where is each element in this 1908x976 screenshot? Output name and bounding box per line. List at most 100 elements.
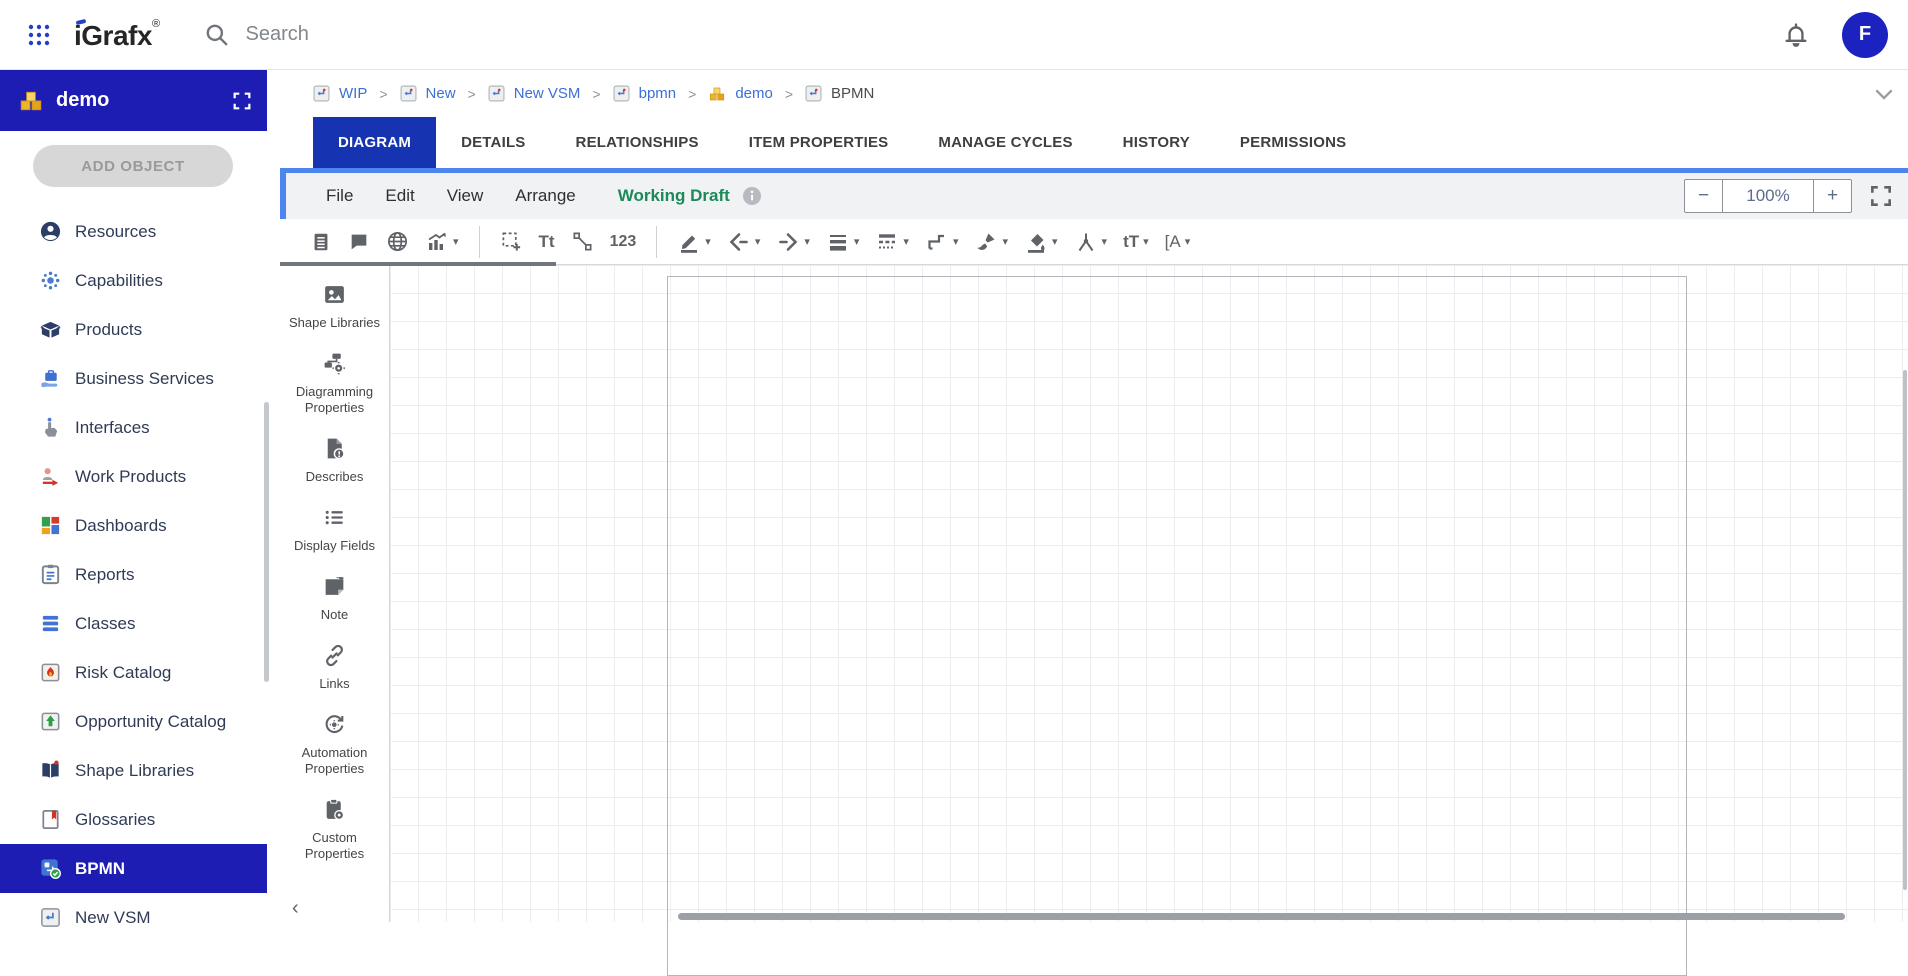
interfaces-icon bbox=[38, 416, 62, 440]
automation-properties-icon bbox=[322, 711, 348, 737]
diagram-canvas[interactable] bbox=[390, 265, 1908, 922]
diagram-icon bbox=[313, 85, 330, 102]
classes-icon bbox=[38, 612, 62, 636]
sidebar-item-shape-libraries[interactable]: Shape Libraries bbox=[0, 746, 267, 795]
panel-item-links[interactable]: Links bbox=[285, 642, 385, 692]
search-input[interactable] bbox=[246, 23, 806, 46]
tab-relationships[interactable]: RELATIONSHIPS bbox=[551, 117, 724, 168]
chevron-down-icon[interactable] bbox=[1872, 82, 1896, 106]
numbering-tool-button[interactable]: 123 bbox=[602, 222, 645, 262]
add-object-button[interactable]: ADD OBJECT bbox=[33, 145, 233, 187]
select-add-tool-button[interactable] bbox=[492, 222, 531, 262]
sidebar-item-risk-catalog[interactable]: Risk Catalog bbox=[0, 648, 267, 697]
sidebar-item-resources[interactable]: Resources bbox=[0, 207, 267, 256]
junction-style-button[interactable]: ▾ bbox=[1066, 222, 1116, 262]
panel-item-label: Custom Properties bbox=[285, 830, 385, 862]
dropdown-caret-icon: ▾ bbox=[453, 235, 459, 248]
tab-history[interactable]: HISTORY bbox=[1098, 117, 1215, 168]
text-tool-icon: Tt bbox=[539, 232, 555, 252]
sidebar-scrollbar[interactable] bbox=[264, 402, 269, 682]
notifications-button[interactable] bbox=[1780, 19, 1812, 51]
breadcrumb-item-new-vsm[interactable]: New VSM bbox=[488, 85, 581, 102]
panel-item-custom-properties[interactable]: Custom Properties bbox=[285, 796, 385, 862]
chart-tool-button[interactable]: ▾ bbox=[417, 222, 467, 262]
apps-grid-button[interactable] bbox=[20, 16, 58, 54]
capabilities-icon bbox=[38, 269, 62, 293]
sidebar-item-label: Glossaries bbox=[75, 810, 155, 830]
sidebar-item-label: Business Services bbox=[75, 369, 214, 389]
diagram-menubar: File Edit View Arrange Working Draft − 1… bbox=[280, 173, 1908, 219]
globe-tool-button[interactable] bbox=[378, 222, 417, 262]
comment-tool-button[interactable] bbox=[340, 222, 378, 262]
text-tool-button[interactable]: Tt bbox=[531, 222, 563, 262]
horizontal-scrollbar[interactable] bbox=[678, 913, 1845, 920]
menu-edit[interactable]: Edit bbox=[369, 186, 430, 206]
text-style-button[interactable]: [A ▾ bbox=[1157, 222, 1199, 262]
breadcrumb-item-new[interactable]: New bbox=[400, 85, 456, 102]
panel-item-automation-properties[interactable]: Automation Properties bbox=[285, 711, 385, 777]
connector-icon bbox=[571, 230, 594, 253]
connector-tool-button[interactable] bbox=[563, 222, 602, 262]
breadcrumb-item-bpmn-folder[interactable]: bpmn bbox=[613, 85, 677, 102]
panel-item-describes[interactable]: Describes bbox=[285, 435, 385, 485]
arrow-start-icon bbox=[727, 230, 751, 254]
sidebar-item-label: New VSM bbox=[75, 908, 151, 928]
menu-view[interactable]: View bbox=[431, 186, 500, 206]
arrow-end-icon bbox=[776, 230, 800, 254]
line-weight-button[interactable]: ▾ bbox=[818, 222, 868, 262]
search-icon bbox=[204, 22, 230, 48]
tab-diagram[interactable]: DIAGRAM bbox=[313, 117, 436, 168]
panel-item-display-fields[interactable]: Display Fields bbox=[285, 504, 385, 554]
info-icon[interactable] bbox=[742, 186, 762, 206]
panel-item-label: Note bbox=[321, 607, 348, 623]
menu-file[interactable]: File bbox=[310, 186, 369, 206]
zoom-in-button[interactable]: + bbox=[1813, 180, 1851, 212]
line-style-button[interactable]: ▾ bbox=[867, 222, 917, 262]
sidebar-item-work-products[interactable]: Work Products bbox=[0, 452, 267, 501]
breadcrumb-item-wip[interactable]: WIP bbox=[313, 85, 367, 102]
user-avatar[interactable]: F bbox=[1842, 12, 1888, 58]
line-color-button[interactable]: ▾ bbox=[669, 222, 719, 262]
model-cubes-icon bbox=[708, 85, 726, 103]
sidebar-item-reports[interactable]: Reports bbox=[0, 550, 267, 599]
breadcrumb-item-demo[interactable]: demo bbox=[708, 85, 773, 103]
zoom-out-button[interactable]: − bbox=[1685, 180, 1723, 212]
global-search bbox=[204, 22, 806, 48]
working-draft-status[interactable]: Working Draft bbox=[618, 186, 730, 206]
sidebar-item-bpmn[interactable]: BPMN bbox=[0, 844, 267, 893]
tab-manage-cycles[interactable]: MANAGE CYCLES bbox=[913, 117, 1097, 168]
sidebar-item-business-services[interactable]: Business Services bbox=[0, 354, 267, 403]
font-size-button[interactable]: tT ▾ bbox=[1115, 222, 1157, 262]
tab-permissions[interactable]: PERMISSIONS bbox=[1215, 117, 1371, 168]
sidebar-item-classes[interactable]: Classes bbox=[0, 599, 267, 648]
sidebar-item-products[interactable]: Products bbox=[0, 305, 267, 354]
sidebar-item-new-vsm[interactable]: New VSM bbox=[0, 893, 267, 942]
brush-tool-button[interactable]: ▾ bbox=[966, 222, 1016, 262]
panel-item-diagramming-properties[interactable]: Diagramming Properties bbox=[285, 350, 385, 416]
line-weight-icon bbox=[826, 230, 850, 254]
panel-item-label: Describes bbox=[306, 469, 364, 485]
breadcrumb-item-bpmn-current: BPMN bbox=[805, 85, 874, 102]
fullscreen-icon[interactable] bbox=[1868, 183, 1894, 209]
tab-details[interactable]: DETAILS bbox=[436, 117, 550, 168]
dashboards-icon bbox=[38, 514, 62, 538]
panel-item-label: Links bbox=[319, 676, 349, 692]
menu-arrange[interactable]: Arrange bbox=[499, 186, 591, 206]
document-tool-button[interactable] bbox=[302, 222, 340, 262]
sidebar-item-interfaces[interactable]: Interfaces bbox=[0, 403, 267, 452]
panel-item-note[interactable]: Note bbox=[285, 573, 385, 623]
sidebar-item-capabilities[interactable]: Capabilities bbox=[0, 256, 267, 305]
collapse-panel-chevron[interactable]: ‹ bbox=[292, 897, 299, 920]
diagramming-properties-icon bbox=[322, 350, 348, 376]
vertical-scrollbar[interactable] bbox=[1903, 370, 1907, 890]
tab-item-properties[interactable]: ITEM PROPERTIES bbox=[724, 117, 914, 168]
expand-sidebar-icon[interactable] bbox=[231, 90, 253, 112]
arrow-end-button[interactable]: ▾ bbox=[768, 222, 818, 262]
connector-style-button[interactable]: ▾ bbox=[917, 222, 967, 262]
arrow-start-button[interactable]: ▾ bbox=[719, 222, 769, 262]
panel-item-shape-libraries[interactable]: Shape Libraries bbox=[285, 281, 385, 331]
sidebar-item-dashboards[interactable]: Dashboards bbox=[0, 501, 267, 550]
sidebar-item-opportunity-catalog[interactable]: Opportunity Catalog bbox=[0, 697, 267, 746]
sidebar-item-glossaries[interactable]: Glossaries bbox=[0, 795, 267, 844]
fill-color-button[interactable]: ▾ bbox=[1016, 222, 1066, 262]
